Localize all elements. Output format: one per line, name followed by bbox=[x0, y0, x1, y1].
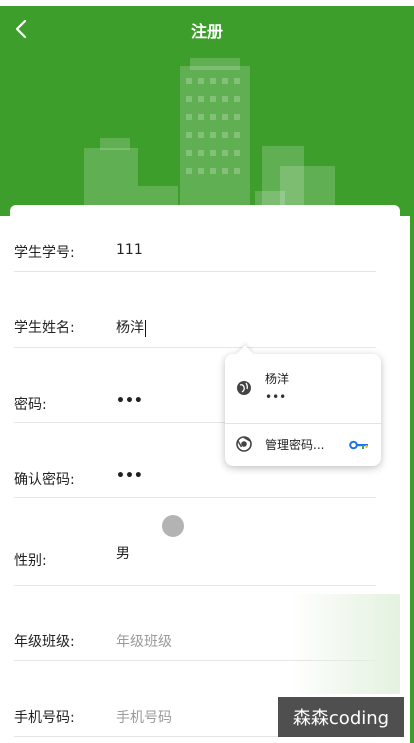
gender-row: 性别: 男 bbox=[14, 498, 376, 586]
student-name-input[interactable]: 杨洋 bbox=[116, 317, 146, 337]
page-title: 注册 bbox=[190, 22, 223, 41]
globe-icon bbox=[237, 381, 251, 395]
autofill-suggestion[interactable]: 杨洋 ••• bbox=[225, 354, 381, 423]
gender-label: 性别: bbox=[14, 553, 47, 569]
confirm-password-input[interactable]: ••• bbox=[116, 468, 143, 484]
edge-accent bbox=[410, 6, 414, 743]
autofill-password: ••• bbox=[265, 390, 287, 404]
password-input[interactable]: ••• bbox=[116, 393, 143, 409]
password-autofill-popup: 杨洋 ••• 管理密码... bbox=[225, 345, 381, 466]
grade-class-label: 年级班级: bbox=[14, 634, 75, 650]
manage-passwords-item[interactable]: 管理密码... bbox=[225, 424, 381, 466]
student-name-value: 杨洋 bbox=[116, 320, 144, 336]
text-cursor bbox=[145, 319, 146, 337]
watermark-badge: 森森coding bbox=[278, 697, 404, 737]
student-id-label: 学生学号: bbox=[14, 245, 75, 261]
gender-option-male[interactable]: 男 bbox=[116, 543, 130, 563]
header-banner: 注册 bbox=[0, 6, 414, 216]
gender-radio[interactable] bbox=[162, 515, 184, 537]
student-name-label: 学生姓名: bbox=[14, 320, 75, 336]
autofill-username: 杨洋 bbox=[265, 372, 290, 386]
confirm-password-label: 确认密码: bbox=[14, 472, 75, 488]
phone-label: 手机号码: bbox=[14, 710, 75, 726]
student-name-row: 学生姓名: 杨洋 bbox=[14, 272, 376, 348]
password-label: 密码: bbox=[14, 397, 47, 413]
student-id-input[interactable]: 111 bbox=[116, 242, 143, 258]
key-icon bbox=[349, 440, 368, 450]
chrome-icon bbox=[236, 436, 252, 452]
student-id-row: 学生学号: 111 bbox=[14, 222, 376, 272]
phone-input[interactable]: 手机号码 bbox=[116, 707, 172, 727]
manage-passwords-label: 管理密码... bbox=[265, 438, 325, 452]
grade-class-input[interactable]: 年级班级 bbox=[116, 631, 172, 651]
fade-overlay bbox=[290, 594, 400, 694]
